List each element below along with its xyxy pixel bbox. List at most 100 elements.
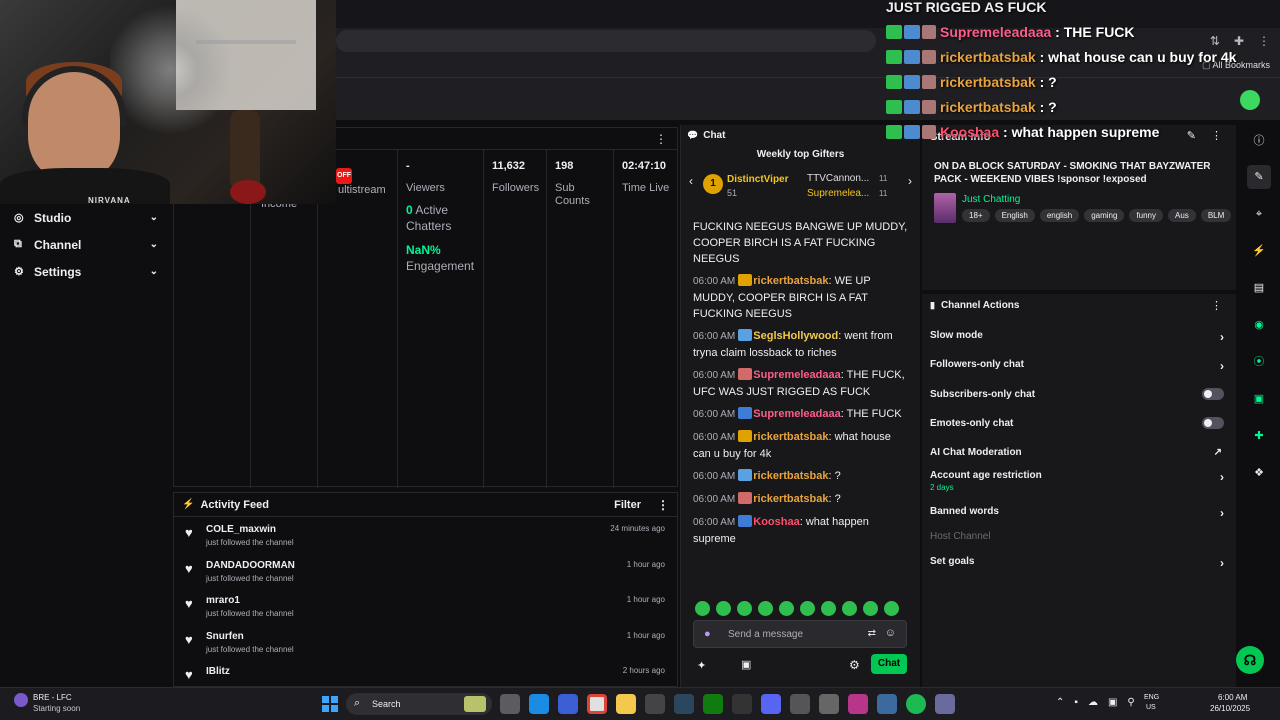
more-options-icon[interactable]: ⋮ [655, 132, 667, 146]
category-link[interactable]: Just Chatting [962, 194, 1020, 205]
microphone-icon[interactable]: ● [704, 628, 711, 640]
address-bar[interactable] [336, 30, 876, 52]
translate-icon[interactable]: ⇄ [868, 628, 876, 639]
message-username[interactable]: rickertbatsbak [753, 431, 828, 443]
channel-action-account-age-restriction[interactable]: Account age restriction 2 days › [930, 470, 1230, 492]
app-icon[interactable] [790, 694, 810, 714]
chevron-right-icon[interactable]: › [908, 174, 912, 188]
steam-icon[interactable] [674, 694, 694, 714]
stream-tag[interactable]: Aus [1168, 209, 1196, 222]
stream-tag[interactable]: gaming [1084, 209, 1125, 222]
stream-tag[interactable]: english [1039, 209, 1080, 222]
nav-item-settings[interactable]: ⚙ Settings ⌄ [0, 258, 172, 285]
gifter-name[interactable]: Supremelea... [807, 188, 869, 199]
toggle-switch[interactable] [1202, 417, 1224, 429]
tray-icon[interactable]: ☁ [1088, 697, 1098, 708]
activity-row[interactable]: ♥ DANDADOORMAN just followed the channel 1 … [174, 553, 677, 589]
chat-message[interactable]: 06:00 AM Kooshaa: what happen supreme [681, 512, 921, 551]
filter-button[interactable]: Filter [614, 499, 641, 511]
layout-icon[interactable]: ▣ [1247, 387, 1271, 411]
gifter-name[interactable]: TTVCannon... [807, 173, 869, 184]
chat-message[interactable]: 06:00 AM rickertbatsbak: what house can u… [681, 427, 921, 466]
store-icon[interactable]: ▣ [741, 658, 751, 671]
language-indicator[interactable]: ENG [1144, 694, 1159, 701]
message-username[interactable]: Supremeleadaaa [753, 369, 840, 381]
more-options-icon[interactable]: ⋮ [657, 498, 669, 512]
emoji-icon[interactable]: ☺ [885, 627, 896, 639]
wrench-icon[interactable]: ✚ [1247, 424, 1271, 448]
category-thumbnail[interactable] [934, 193, 956, 223]
lightning-icon[interactable]: ⚡ [1247, 239, 1271, 263]
tray-icon[interactable]: ⚲ [1127, 697, 1134, 708]
more-options-icon[interactable]: ⋮ [1211, 299, 1222, 312]
tray-icon[interactable]: ▣ [1108, 697, 1117, 708]
xbox-icon[interactable] [703, 694, 723, 714]
stream-tag[interactable]: 18+ [962, 209, 990, 222]
stream-tag[interactable]: BLM [1200, 209, 1232, 222]
app-icon[interactable] [935, 694, 955, 714]
chevron-left-icon[interactable]: ‹ [689, 174, 693, 188]
file-explorer-icon[interactable] [616, 694, 636, 714]
emote-icon[interactable] [863, 601, 878, 616]
activity-row[interactable]: ♥ Snurfen just followed the channel 1 hour … [174, 624, 677, 660]
screenshot-icon[interactable]: ⌖ [1247, 202, 1271, 226]
emote-icon[interactable] [695, 601, 710, 616]
nav-item-channel[interactable]: ⧉ Channel ⌄ [0, 231, 172, 258]
message-username[interactable]: Kooshaa [753, 516, 799, 528]
info-icon[interactable]: ⓘ [1247, 129, 1271, 153]
clipboard-icon[interactable]: ▤ [1247, 276, 1271, 300]
taskbar-search[interactable]: ⌕ Search [346, 693, 492, 715]
stream-tag[interactable]: English [994, 209, 1035, 222]
channel-action-banned-words[interactable]: Banned words › [930, 506, 1230, 520]
app-icon[interactable] [732, 694, 752, 714]
activity-username[interactable]: Snurfen [206, 631, 244, 642]
menu-icon[interactable]: ⋮ [1258, 34, 1270, 48]
help-headset-icon[interactable]: ☊ [1236, 646, 1264, 674]
emote-icon[interactable] [800, 601, 815, 616]
channel-action-emotes-only-chat[interactable]: Emotes-only chat [930, 417, 1230, 429]
message-username[interactable]: rickertbatsbak [753, 470, 828, 482]
chat-message[interactable]: 06:00 AM rickertbatsbak: WE UP MUDDY, COO… [681, 271, 921, 326]
gifter-name[interactable]: DistinctViper [727, 174, 789, 185]
chat-message[interactable]: 06:00 AM SeglsHollywood: went from tryna … [681, 326, 921, 365]
chat-send-button[interactable]: Chat [871, 654, 907, 674]
app-icon[interactable] [558, 694, 578, 714]
message-username[interactable]: SeglsHollywood [753, 330, 838, 342]
puzzle-icon[interactable]: ✚ [1234, 34, 1244, 48]
channel-action-set-goals[interactable]: Set goals › [930, 556, 1230, 570]
emote-icon[interactable] [884, 601, 899, 616]
activity-username[interactable]: IBlitz [206, 666, 230, 677]
windows-start-icon[interactable] [322, 696, 338, 712]
nav-item-studio[interactable]: ◎ Studio ⌄ [0, 204, 172, 231]
emote-icon[interactable] [716, 601, 731, 616]
message-username[interactable]: Supremeleadaaa [753, 408, 840, 420]
clock-time[interactable]: 6:00 AM [1218, 693, 1247, 702]
edge-icon[interactable] [529, 694, 549, 714]
chrome-icon[interactable] [587, 694, 607, 714]
profile-avatar[interactable] [1240, 90, 1260, 110]
emote-icon[interactable] [842, 601, 857, 616]
activity-row[interactable]: ♥ COLE_maxwin just followed the channel 24 … [174, 517, 677, 553]
channel-action-subscribers-only-chat[interactable]: Subscribers-only chat [930, 388, 1230, 400]
channel-action-ai-chat-moderation[interactable]: AI Chat Moderation ↗ [930, 447, 1230, 458]
gear-icon[interactable]: ⚙ [849, 658, 860, 672]
pencil-icon[interactable]: ✎ [1247, 165, 1271, 189]
chat-message[interactable]: 06:00 AM rickertbatsbak: ? [681, 466, 921, 489]
message-username[interactable]: rickertbatsbak [753, 275, 828, 287]
emote-icon[interactable] [779, 601, 794, 616]
activity-username[interactable]: DANDADOORMAN [206, 560, 295, 571]
activity-username[interactable]: mraro1 [206, 595, 240, 606]
activity-username[interactable]: COLE_maxwin [206, 524, 276, 535]
message-username[interactable]: rickertbatsbak [753, 493, 828, 505]
activity-row[interactable]: ♥ mraro1 just followed the channel 1 hour a… [174, 588, 677, 624]
status-title[interactable]: BRE - LFC [33, 693, 72, 702]
chat-input[interactable]: ● Send a message ⇄ ☺ [693, 620, 907, 648]
chat-icon[interactable]: ◉ [1247, 313, 1271, 337]
tray-icon[interactable]: ▪ [1074, 697, 1078, 708]
emote-icon[interactable] [737, 601, 752, 616]
chat-message[interactable]: 06:00 AM Supremeleadaaa: THE FUCK, UFC WA… [681, 365, 921, 404]
app-icon[interactable] [645, 694, 665, 714]
toggle-switch[interactable] [1202, 388, 1224, 400]
broadcast-icon[interactable]: ⦿ [1247, 350, 1271, 374]
channel-action-followers-only-chat[interactable]: Followers-only chat › [930, 359, 1230, 373]
